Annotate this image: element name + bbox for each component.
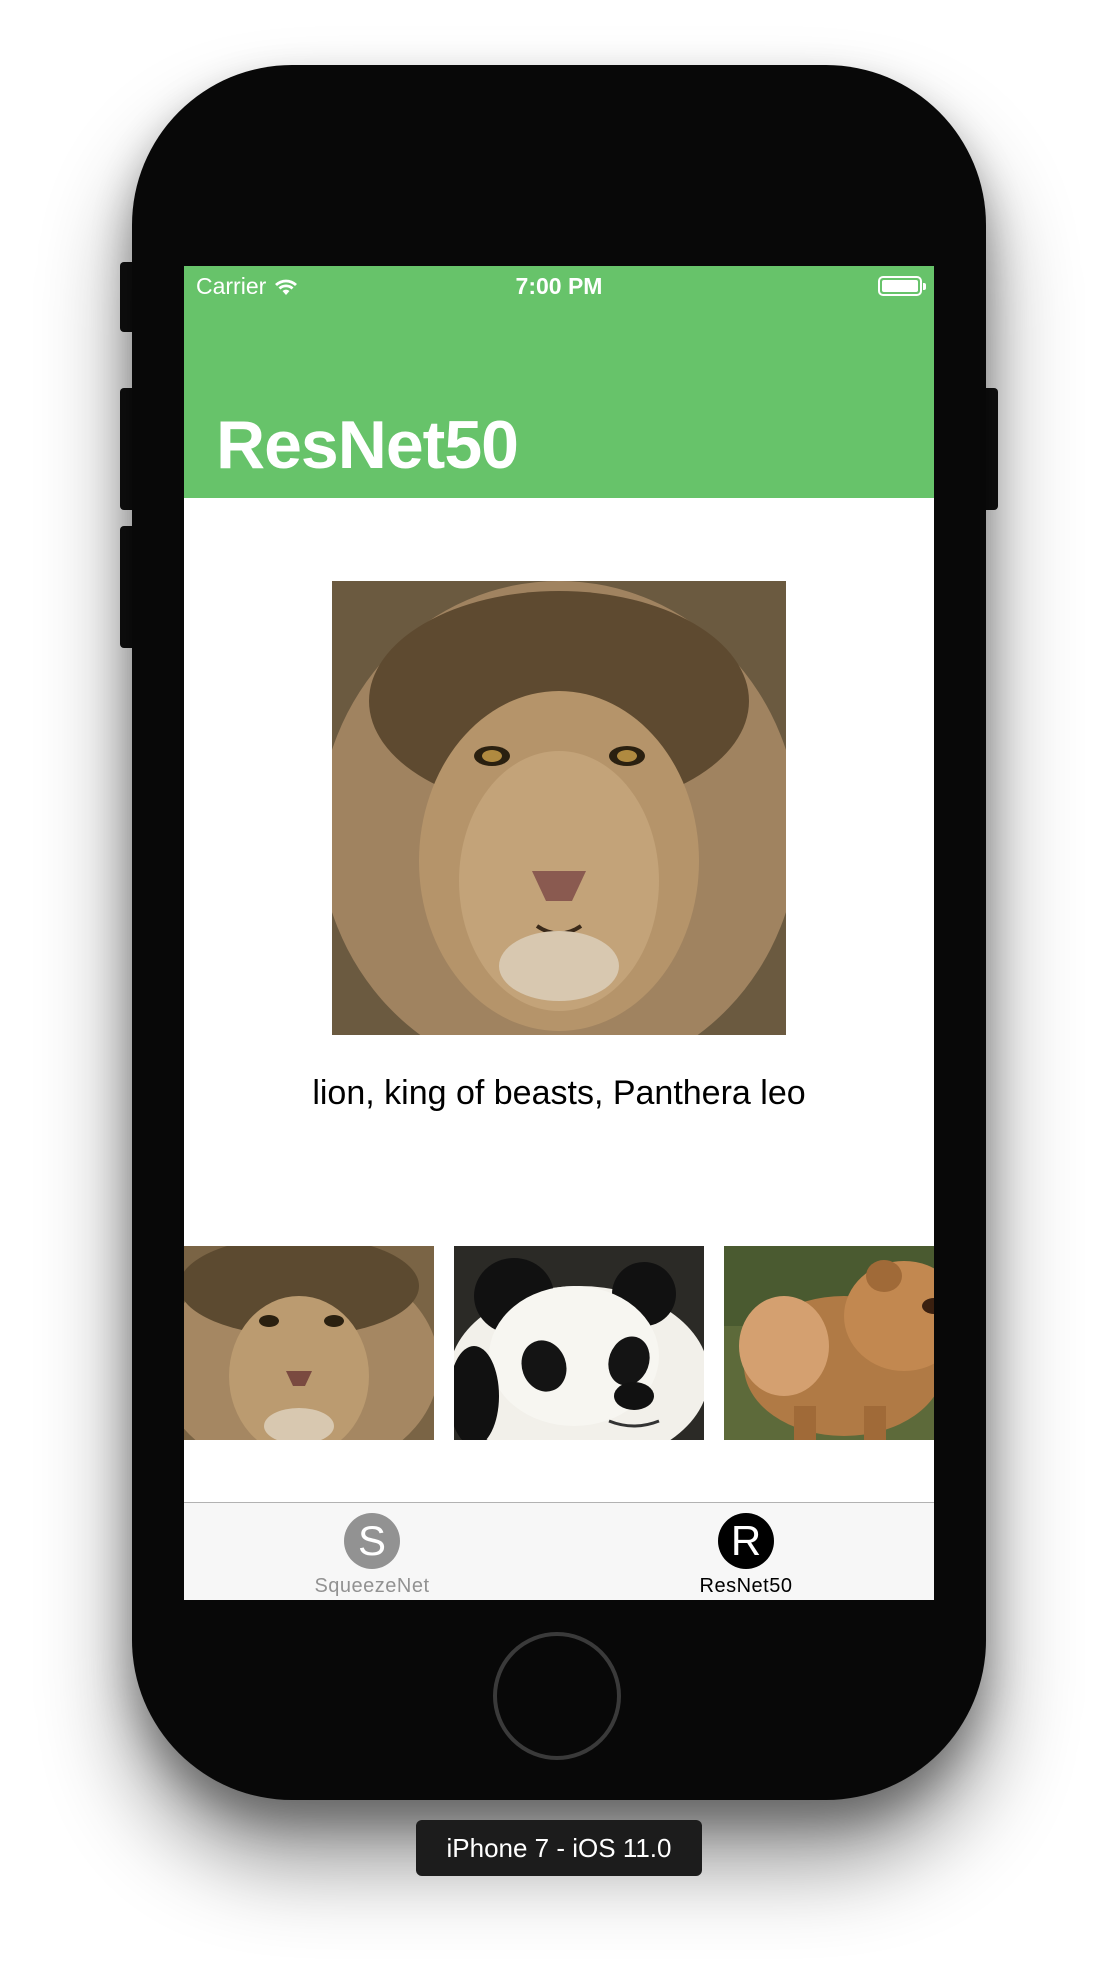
thumbnail-dog[interactable] — [724, 1246, 934, 1440]
thumbnail-carousel[interactable] — [184, 1246, 934, 1440]
tab-resnet50[interactable]: R ResNet50 — [646, 1513, 846, 1598]
thumbnail-panda[interactable] — [454, 1246, 704, 1440]
device-screen: Carrier 7:00 PM ResNet50 lion, king of b… — [184, 266, 934, 1600]
device-label: iPhone 7 - iOS 11.0 — [416, 1820, 702, 1876]
lion-photo — [184, 1246, 434, 1440]
panda-photo — [454, 1246, 704, 1440]
dog-photo — [724, 1246, 934, 1440]
status-time: 7:00 PM — [515, 273, 603, 299]
resnet50-tab-icon: R — [718, 1513, 774, 1569]
home-button[interactable] — [493, 1632, 621, 1760]
prediction-label: lion, king of beasts, Panthera leo — [312, 1074, 806, 1112]
tab-label: ResNet50 — [699, 1575, 793, 1597]
thumbnail-lion[interactable] — [184, 1246, 434, 1440]
navigation-bar: Carrier 7:00 PM ResNet50 — [184, 266, 934, 498]
simulator-stage: Carrier 7:00 PM ResNet50 lion, king of b… — [0, 0, 1118, 1962]
battery-icon — [878, 276, 926, 296]
squeezenet-tab-icon: S — [344, 1513, 400, 1569]
tab-label: SqueezeNet — [314, 1575, 430, 1597]
selected-image — [332, 581, 786, 1035]
tab-squeezenet[interactable]: S SqueezeNet — [272, 1513, 472, 1598]
battery-level — [882, 280, 918, 292]
page-title: ResNet50 — [216, 407, 519, 483]
tab-bar: S SqueezeNet R ResNet50 — [184, 1502, 934, 1600]
status-bar: Carrier 7:00 PM — [184, 266, 934, 306]
lion-photo — [332, 581, 786, 1035]
